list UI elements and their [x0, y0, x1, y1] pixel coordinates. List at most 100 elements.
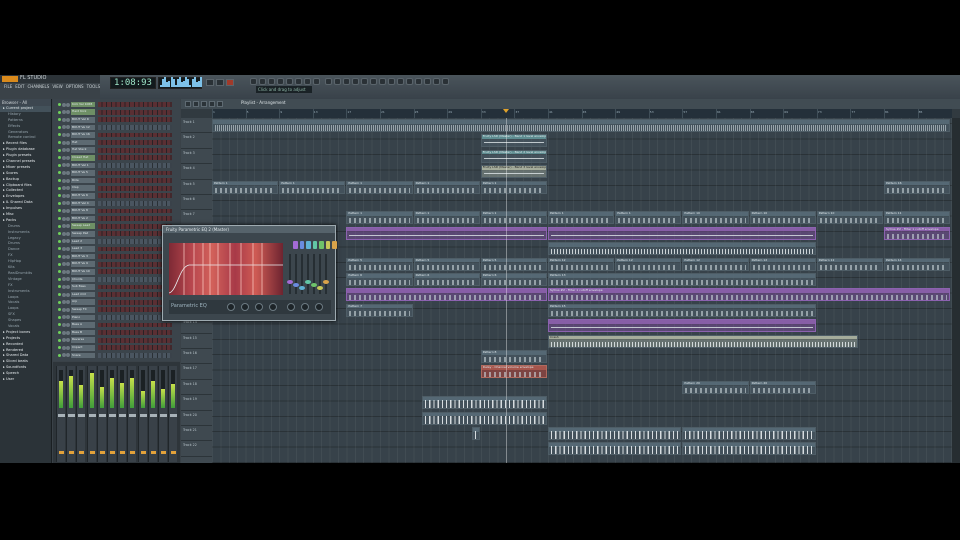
track-header[interactable]: Track 21 — [181, 426, 212, 442]
mixer-channel[interactable] — [66, 366, 76, 462]
mixer-channel[interactable] — [137, 366, 147, 462]
step-sequencer[interactable] — [98, 162, 172, 168]
step-sequencer[interactable] — [98, 292, 172, 297]
toolbar-button[interactable] — [250, 78, 257, 85]
channel-name-button[interactable]: Ride — [71, 177, 95, 184]
toolbar-button[interactable] — [286, 78, 293, 85]
channel-row[interactable]: Clap — [53, 185, 180, 192]
channel-led[interactable] — [58, 163, 61, 167]
eq-knob-1[interactable] — [227, 303, 235, 311]
playlist-clip[interactable]: Pattern 1 — [346, 180, 413, 194]
eq-knob-3[interactable] — [255, 303, 263, 311]
slider-handle[interactable] — [323, 280, 329, 284]
mixer-channel[interactable] — [127, 366, 137, 462]
volume-knob[interactable] — [66, 193, 70, 198]
volume-knob[interactable] — [66, 117, 70, 122]
channel-name-button[interactable]: Clap — [71, 185, 95, 191]
volume-knob[interactable] — [66, 269, 70, 274]
volume-fader[interactable] — [58, 414, 65, 417]
step-sequencer[interactable] — [98, 208, 172, 214]
step-sequencer[interactable] — [98, 147, 172, 153]
playlist-clip[interactable] — [346, 226, 547, 240]
channel-name-button[interactable]: Bass B — [71, 329, 95, 336]
track-header[interactable]: Track 3 — [181, 149, 212, 165]
eq-band-button[interactable] — [299, 241, 304, 249]
mixer-channel[interactable] — [107, 366, 116, 462]
track-header[interactable]: Track 16 — [181, 349, 212, 365]
eq-band-slider[interactable] — [323, 254, 329, 294]
track-header[interactable]: Track 22 — [181, 441, 212, 457]
playlist-clip[interactable] — [422, 396, 547, 410]
step-sequencer[interactable] — [98, 322, 172, 328]
eq-band-button[interactable] — [306, 241, 311, 249]
channel-led[interactable] — [58, 293, 61, 296]
toolbar-button[interactable] — [259, 78, 266, 85]
playlist-clip[interactable] — [548, 442, 682, 456]
channel-row[interactable]: Lead mid — [53, 291, 180, 298]
channel-row[interactable]: BOUT Vel 4 — [53, 200, 180, 207]
volume-knob[interactable] — [66, 216, 70, 221]
channel-name-button[interactable]: BOUT Ve 9 — [71, 261, 95, 267]
track-header[interactable]: Track 7 — [181, 210, 212, 226]
playlist-clip[interactable]: Pattern 1 — [346, 211, 413, 225]
playlist-clip[interactable] — [472, 427, 480, 440]
mute-button[interactable] — [171, 451, 177, 454]
channel-led[interactable] — [58, 331, 61, 334]
step-sequencer[interactable] — [98, 140, 172, 145]
playlist-clip[interactable] — [548, 319, 816, 333]
parametric-eq-window[interactable]: Fruity Parametric EQ 2 (Master) Parametr… — [162, 225, 337, 321]
volume-knob[interactable] — [66, 322, 70, 327]
channel-row[interactable]: Piano — [53, 314, 180, 321]
volume-knob[interactable] — [66, 163, 70, 168]
playlist-clip[interactable]: Pattern 8 — [480, 350, 547, 363]
playlist-clip[interactable]: Pattern 1 — [279, 180, 346, 194]
volume-knob[interactable] — [66, 338, 70, 343]
channel-row[interactable]: Snare — [53, 352, 180, 359]
toolbar-button[interactable] — [268, 78, 275, 85]
channel-name-button[interactable]: Lead 3 — [71, 246, 95, 252]
mute-button[interactable] — [130, 451, 136, 454]
mute-button[interactable] — [69, 451, 75, 454]
channel-row[interactable]: BOUT Vel 1 — [53, 162, 180, 169]
track-header[interactable]: Track 4 — [181, 164, 212, 180]
menu-item-channels[interactable]: CHANNELS — [27, 83, 49, 91]
slider-handle[interactable] — [305, 280, 311, 284]
eq-band-button[interactable] — [319, 241, 324, 249]
eq-knob-2[interactable] — [241, 303, 249, 311]
volume-fader[interactable] — [139, 414, 147, 417]
menu-item-view[interactable]: VIEW — [52, 83, 62, 91]
channel-name-button[interactable]: Sweep Lead — [71, 223, 95, 229]
channel-row[interactable]: Hat Stack — [53, 147, 180, 154]
toolbar-button[interactable] — [370, 78, 377, 85]
channel-led[interactable] — [58, 300, 61, 304]
channel-led[interactable] — [58, 346, 61, 350]
channel-row[interactable]: Sweep Lead — [53, 223, 180, 230]
channel-led[interactable] — [58, 110, 61, 114]
channel-led[interactable] — [58, 285, 61, 289]
channel-name-button[interactable]: Reverse — [71, 337, 95, 343]
track-header[interactable]: Track 15 — [181, 334, 212, 349]
channel-row[interactable]: BOUT Ve 3 — [53, 253, 180, 260]
channel-name-button[interactable]: Closed Hat — [71, 154, 95, 161]
playlist-clip[interactable]: Pattern 12 — [615, 257, 682, 271]
volume-knob[interactable] — [66, 315, 70, 320]
track-header[interactable]: Track 5 — [181, 180, 212, 195]
channel-row[interactable]: Hard Kick — [53, 109, 180, 116]
channel-name-button[interactable]: BOUT Vel 1 — [71, 162, 95, 169]
mute-button[interactable] — [79, 451, 85, 454]
playlist-clip[interactable]: Fruity LSD (Master) - Band 3 level envel… — [480, 165, 547, 179]
playlist-clip[interactable]: Pattern 6 — [413, 273, 480, 286]
track-header[interactable]: Track 2 — [181, 133, 212, 149]
playlist-clip[interactable]: Pattern 1 — [413, 211, 480, 225]
playlist-clip[interactable]: Pattern 5 — [346, 257, 413, 271]
step-sequencer[interactable] — [98, 155, 172, 161]
playlist-clip[interactable] — [548, 242, 816, 256]
stop-button[interactable] — [216, 79, 224, 86]
volume-fader[interactable] — [119, 414, 127, 417]
mixer-channel[interactable] — [147, 366, 157, 462]
step-sequencer[interactable] — [98, 269, 172, 275]
volume-knob[interactable] — [66, 224, 70, 229]
channel-name-button[interactable]: Snare — [71, 352, 95, 359]
mixer-channel[interactable] — [76, 366, 86, 462]
delete-tool-icon[interactable] — [201, 101, 207, 107]
